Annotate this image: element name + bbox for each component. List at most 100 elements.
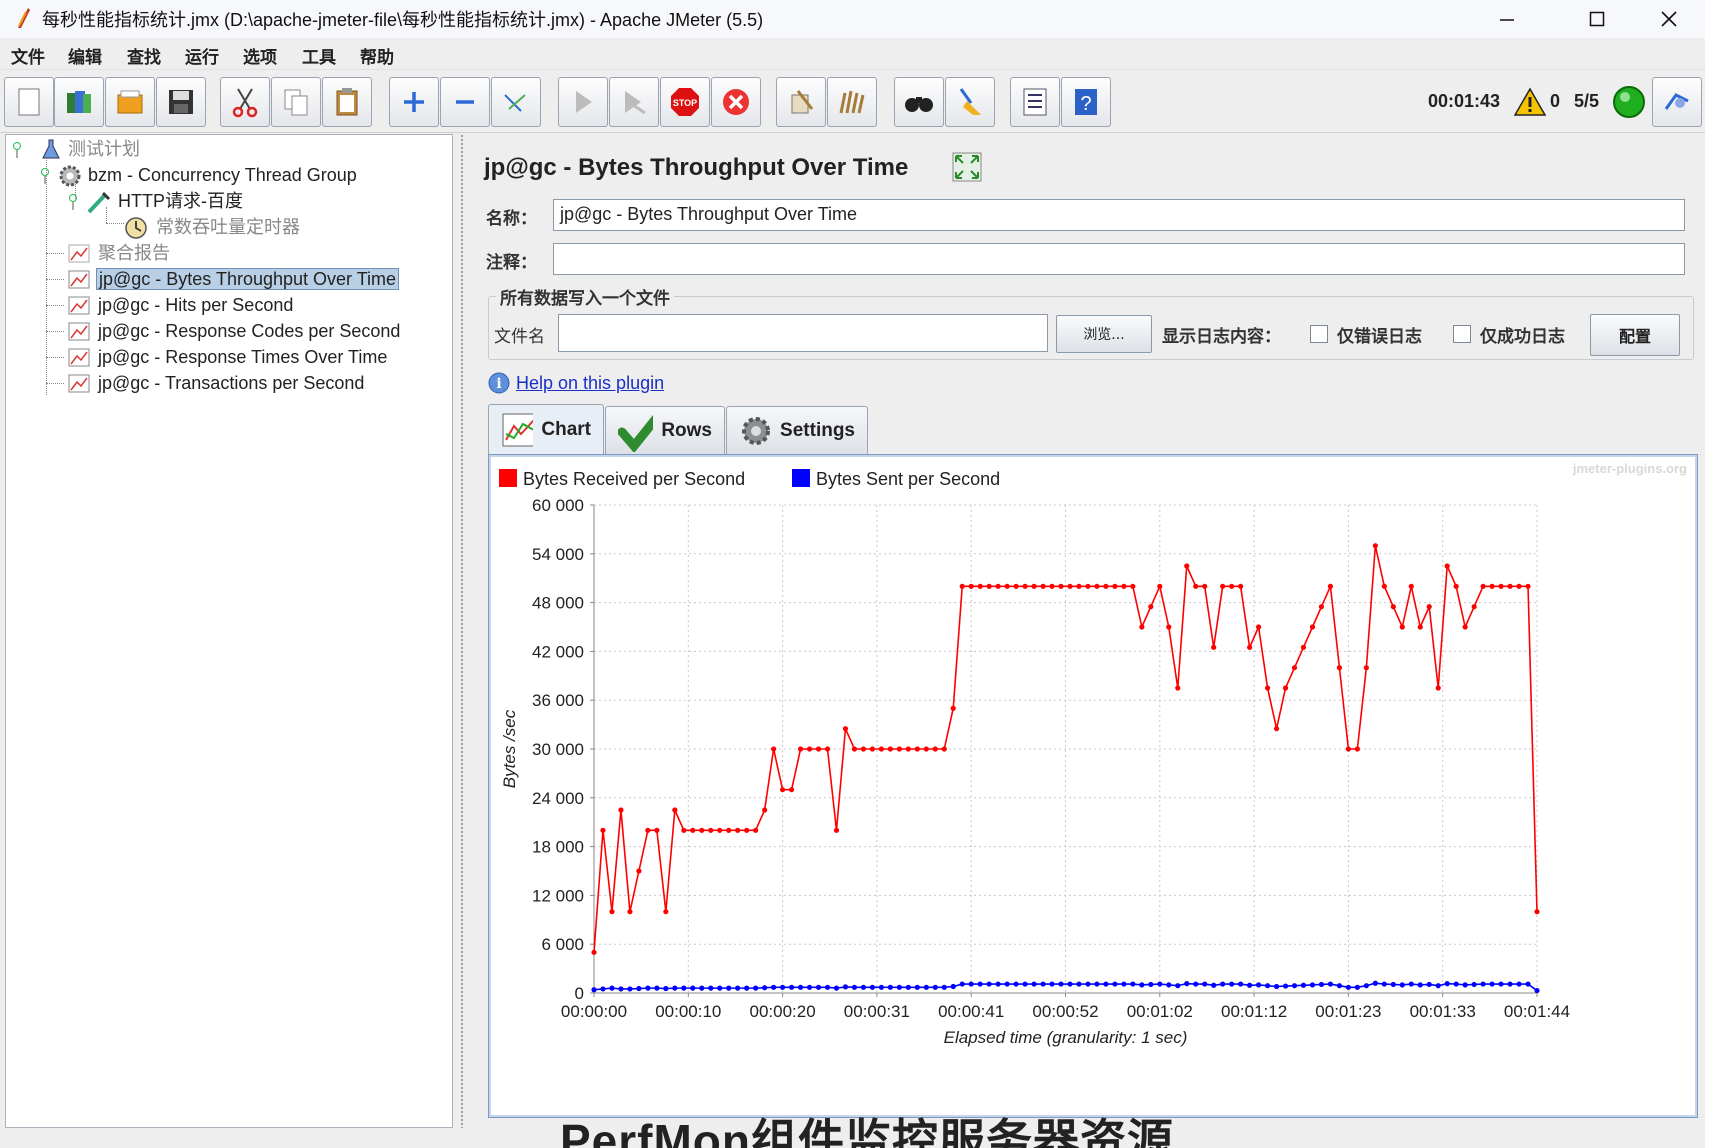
data-point (1525, 583, 1531, 589)
tab-chart[interactable]: Chart (488, 404, 604, 454)
data-point (1489, 583, 1495, 589)
minimize-button[interactable] (1482, 4, 1532, 34)
graph-icon (68, 244, 90, 263)
shutdown-button[interactable] (711, 77, 761, 127)
configure-button[interactable]: 配置 (1590, 314, 1680, 356)
data-point (1238, 981, 1244, 987)
menu-run[interactable]: 运行 (185, 43, 219, 68)
x-tick-label: 00:01:23 (1315, 1002, 1381, 1021)
tree-item-http-request[interactable]: HTTP请求-百度 (68, 189, 245, 214)
start-button[interactable] (558, 77, 608, 127)
tree-handle-icon[interactable] (40, 164, 54, 186)
close-button[interactable] (1644, 4, 1694, 34)
fullscreen-icon[interactable] (952, 152, 982, 182)
data-point (869, 984, 876, 990)
warning-icon[interactable] (1514, 87, 1546, 117)
data-point (1166, 624, 1172, 630)
tab-rows[interactable]: Rows (605, 406, 725, 454)
tree-handle-icon[interactable] (12, 138, 26, 160)
data-point (708, 985, 714, 991)
chart-panel[interactable]: 0 6 000 12 000 18 000 24 000 30 000 36 000 42 0… (488, 454, 1698, 1118)
function-helper-button[interactable] (1010, 77, 1060, 127)
data-point (1372, 543, 1378, 549)
new-button[interactable] (4, 77, 54, 127)
help-on-plugin-link[interactable]: Help on this plugin (516, 373, 664, 394)
errors-only-checkbox[interactable] (1310, 325, 1328, 343)
remote-button[interactable] (1652, 77, 1702, 127)
success-only-checkbox[interactable] (1453, 325, 1471, 343)
browse-button[interactable]: 浏览... (1056, 315, 1152, 353)
tree-item-response-times[interactable]: jp@gc - Response Times Over Time (68, 345, 389, 369)
data-point (1480, 583, 1486, 589)
save-button[interactable] (156, 77, 206, 127)
data-point (1040, 981, 1046, 987)
tree-item-aggregate-report[interactable]: 聚合报告 (68, 241, 172, 265)
split-pane-divider[interactable] (456, 134, 468, 1128)
copy-button[interactable] (271, 77, 321, 127)
tree-item-test-plan[interactable]: 测试计划 (12, 137, 142, 161)
log-content-label: 显示日志内容： (1162, 327, 1281, 347)
tab-settings[interactable]: Settings (726, 406, 868, 454)
data-point (690, 985, 696, 991)
data-point (977, 583, 983, 589)
clear-button[interactable] (776, 77, 826, 127)
data-point (717, 827, 723, 833)
data-point (1085, 981, 1091, 987)
tree-item-throughput-timer[interactable]: 常数吞吐量定时器 (124, 215, 302, 239)
maximize-button[interactable] (1572, 4, 1622, 34)
comment-field[interactable] (553, 243, 1685, 275)
menu-edit[interactable]: 编辑 (68, 43, 102, 68)
filename-label: 文件名 (494, 327, 545, 347)
stop-button[interactable]: STOP (660, 77, 710, 127)
templates-button[interactable] (54, 77, 104, 127)
paste-button[interactable] (322, 77, 372, 127)
filename-field[interactable] (558, 314, 1048, 352)
name-field[interactable]: jp@gc - Bytes Throughput Over Time (553, 199, 1685, 231)
data-point (941, 746, 947, 752)
tree-item-response-codes[interactable]: jp@gc - Response Codes per Second (68, 319, 402, 343)
data-point (1507, 583, 1513, 589)
y-tick-label: 48 000 (532, 594, 584, 613)
data-point (1417, 982, 1423, 988)
menu-help[interactable]: 帮助 (360, 43, 394, 68)
menu-search[interactable]: 查找 (127, 43, 161, 68)
toggle-button[interactable] (491, 77, 541, 127)
data-point (1462, 982, 1468, 988)
y-tick-label: 36 000 (532, 691, 584, 710)
expand-all-button[interactable] (389, 77, 439, 127)
clear-all-button[interactable] (827, 77, 877, 127)
tab-settings-label: Settings (780, 419, 855, 441)
data-point (941, 984, 947, 990)
collapse-all-button[interactable] (440, 77, 490, 127)
tree-item-thread-group[interactable]: bzm - Concurrency Thread Group (40, 163, 359, 187)
data-point (1507, 981, 1513, 987)
tree-item-hits-per-second[interactable]: jp@gc - Hits per Second (68, 293, 295, 317)
tree-handle-icon[interactable] (68, 190, 82, 212)
data-point (1381, 583, 1387, 589)
data-point (1157, 583, 1163, 589)
tab-chart-label: Chart (541, 418, 591, 440)
cut-button[interactable] (220, 77, 270, 127)
menu-tools[interactable]: 工具 (302, 43, 336, 68)
menu-options[interactable]: 选项 (243, 43, 277, 68)
data-point (1058, 981, 1064, 987)
x-tick-label: 00:00:10 (655, 1002, 721, 1021)
help-button[interactable]: ? (1061, 77, 1111, 127)
data-point (645, 827, 651, 833)
reset-search-button[interactable] (945, 77, 995, 127)
data-point (1327, 583, 1334, 589)
plus-icon (404, 92, 424, 112)
tree-item-transactions[interactable]: jp@gc - Transactions per Second (68, 371, 366, 395)
data-point (950, 983, 956, 990)
menu-file[interactable]: 文件 (11, 43, 45, 68)
throughput-chart[interactable]: 0 6 000 12 000 18 000 24 000 30 000 36 000 42 0… (489, 455, 1697, 1117)
legend-label: Bytes Sent per Second (816, 469, 1000, 489)
search-button[interactable] (894, 77, 944, 127)
data-point (1094, 981, 1100, 987)
start-no-pause-button[interactable] (609, 77, 659, 127)
data-point (1345, 984, 1351, 990)
open-button[interactable] (105, 77, 155, 127)
data-point (851, 746, 858, 752)
data-point (654, 985, 660, 991)
tree-item-bytes-throughput[interactable]: jp@gc - Bytes Throughput Over Time (68, 267, 400, 291)
